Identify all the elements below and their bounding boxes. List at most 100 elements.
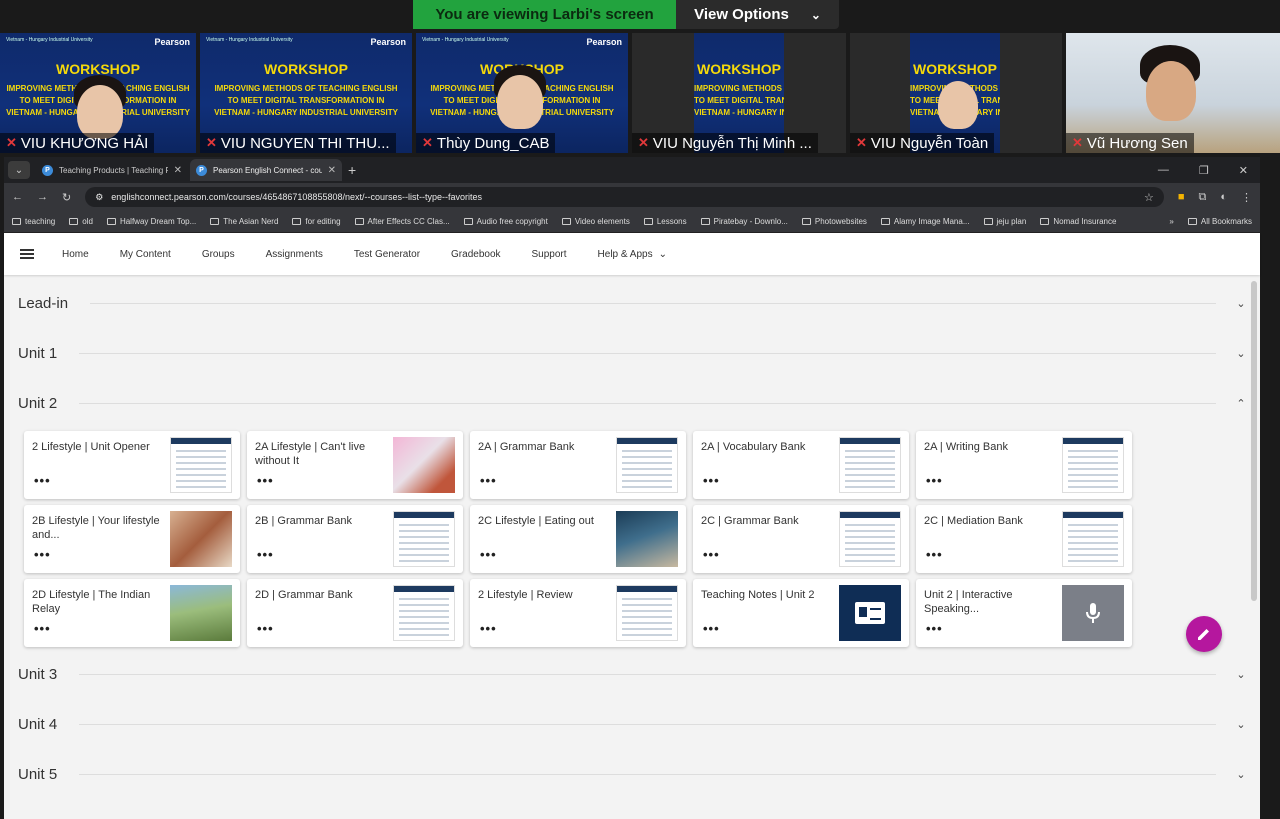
close-tab-icon[interactable]: ✕	[328, 165, 336, 176]
resource-card[interactable]: 2 Lifestyle | Unit Opener •••	[24, 431, 240, 499]
bookmark-item[interactable]: teaching	[12, 217, 55, 226]
nav-item-groups[interactable]: Groups	[202, 249, 235, 260]
resource-card[interactable]: Unit 2 | Interactive Speaking... •••	[916, 579, 1132, 647]
section-unit-2[interactable]: Unit 2 ⌃	[18, 389, 1248, 417]
section-unit-5[interactable]: Unit 5 ⌄	[18, 760, 1248, 788]
more-options-icon[interactable]: •••	[257, 547, 274, 562]
more-options-icon[interactable]: •••	[703, 547, 720, 562]
bookmark-item[interactable]: Nomad Insurance	[1040, 217, 1116, 226]
resource-card[interactable]: 2C | Grammar Bank •••	[693, 505, 909, 573]
scrollbar[interactable]	[1250, 281, 1258, 819]
more-options-icon[interactable]: •••	[926, 473, 943, 488]
more-bookmarks-icon[interactable]: »	[1169, 217, 1173, 226]
resource-card[interactable]: 2A | Writing Bank •••	[916, 431, 1132, 499]
resource-card[interactable]: 2 Lifestyle | Review •••	[470, 579, 686, 647]
resource-card[interactable]: 2D | Grammar Bank •••	[247, 579, 463, 647]
extension-icon[interactable]: ■	[1178, 191, 1185, 204]
chevron-down-icon: ⌄	[1236, 768, 1246, 781]
more-options-icon[interactable]: •••	[926, 547, 943, 562]
section-unit-4[interactable]: Unit 4 ⌄	[18, 710, 1248, 738]
bookmark-star-icon[interactable]: ☆	[1144, 191, 1154, 204]
more-options-icon[interactable]: •••	[34, 621, 51, 636]
participant-tile[interactable]: Vietnam - Hungary Industrial University …	[416, 33, 628, 153]
bookmark-item[interactable]: Video elements	[561, 217, 630, 226]
more-options-icon[interactable]: •••	[480, 621, 497, 636]
puzzle-icon[interactable]: ⧉	[1198, 191, 1206, 204]
restore-icon[interactable]: ❐	[1199, 164, 1209, 177]
card-title: 2C Lifestyle | Eating out	[478, 515, 594, 527]
nav-item-assignments[interactable]: Assignments	[266, 249, 323, 260]
bookmark-item[interactable]: After Effects CC Clas...	[354, 217, 450, 226]
reload-icon[interactable]: ↻	[62, 191, 71, 204]
hamburger-menu-icon[interactable]	[20, 249, 34, 259]
section-unit-3[interactable]: Unit 3 ⌄	[18, 660, 1248, 688]
close-tab-icon[interactable]: ✕	[174, 165, 182, 176]
folder-icon	[106, 218, 116, 225]
bookmark-item[interactable]: Audio free copyright	[463, 217, 548, 226]
participant-tile[interactable]: WORKSHOP IMPROVING METHODS OF TEACHING E…	[850, 33, 1062, 153]
more-options-icon[interactable]: •••	[703, 473, 720, 488]
menu-kebab-icon[interactable]: ⋮	[1241, 191, 1252, 204]
nav-item-help-apps[interactable]: Help & Apps ⌄	[598, 249, 667, 260]
bookmark-item[interactable]: old	[69, 217, 93, 226]
new-tab-icon[interactable]: +	[348, 162, 356, 178]
minimize-icon[interactable]: —	[1158, 164, 1169, 177]
bookmark-item[interactable]: Halfway Dream Top...	[106, 217, 196, 226]
site-info-icon[interactable]: ⚙	[95, 192, 103, 203]
more-options-icon[interactable]: •••	[926, 621, 943, 636]
address-bar[interactable]: ⚙ englishconnect.pearson.com/courses/465…	[85, 187, 1164, 207]
resource-card[interactable]: 2B | Grammar Bank •••	[247, 505, 463, 573]
section-divider	[79, 352, 1216, 354]
profile-icon[interactable]: ◐	[1220, 191, 1227, 204]
resource-card[interactable]: 2C | Mediation Bank •••	[916, 505, 1132, 573]
bookmark-item[interactable]: Photowebsites	[801, 217, 867, 226]
bookmark-item[interactable]: jeju plan	[983, 217, 1026, 226]
browser-tab[interactable]: P Teaching Products | Teaching P ✕	[36, 159, 188, 181]
resource-card[interactable]: 2D Lifestyle | The Indian Relay •••	[24, 579, 240, 647]
bookmark-item[interactable]: for editing	[292, 217, 341, 226]
section-divider	[79, 673, 1216, 675]
section-unit-1[interactable]: Unit 1 ⌄	[18, 339, 1248, 367]
nav-item-my-content[interactable]: My Content	[120, 249, 171, 260]
more-options-icon[interactable]: •••	[257, 621, 274, 636]
resource-card[interactable]: 2A | Grammar Bank •••	[470, 431, 686, 499]
more-options-icon[interactable]: •••	[480, 547, 497, 562]
back-icon[interactable]: ←	[12, 191, 23, 203]
card-title: 2 Lifestyle | Unit Opener	[32, 441, 150, 453]
resource-card[interactable]: 2A Lifestyle | Can't live without It •••	[247, 431, 463, 499]
bookmark-item[interactable]: Piratebay - Downlo...	[700, 217, 788, 226]
resource-card[interactable]: 2C Lifestyle | Eating out •••	[470, 505, 686, 573]
resource-card[interactable]: 2B Lifestyle | Your lifestyle and... •••	[24, 505, 240, 573]
view-options-button[interactable]: View Options ⌄	[676, 0, 839, 29]
more-options-icon[interactable]: •••	[480, 473, 497, 488]
bookmark-item[interactable]: The Asian Nerd	[210, 217, 278, 226]
slide-title: WORKSHOP	[697, 61, 781, 77]
document-thumbnail	[393, 585, 455, 641]
close-window-icon[interactable]: ✕	[1239, 164, 1248, 177]
section-lead-in[interactable]: Lead-in ⌄	[18, 289, 1248, 317]
bookmark-item[interactable]: Alamy Image Mana...	[880, 217, 970, 226]
participant-tile[interactable]: ✕ Vũ Hương Sen	[1066, 33, 1280, 153]
scrollbar-thumb[interactable]	[1251, 281, 1257, 601]
more-options-icon[interactable]: •••	[34, 547, 51, 562]
nav-item-gradebook[interactable]: Gradebook	[451, 249, 500, 260]
resource-card[interactable]: 2A | Vocabulary Bank •••	[693, 431, 909, 499]
more-options-icon[interactable]: •••	[34, 473, 51, 488]
participant-tile[interactable]: Vietnam - Hungary Industrial University …	[0, 33, 196, 153]
nav-item-test-generator[interactable]: Test Generator	[354, 249, 420, 260]
resource-card[interactable]: Teaching Notes | Unit 2 •••	[693, 579, 909, 647]
browser-tab-active[interactable]: P Pearson English Connect - cou ✕	[190, 159, 342, 181]
nav-item-home[interactable]: Home	[62, 249, 89, 260]
participant-tile[interactable]: Vietnam - Hungary Industrial University …	[200, 33, 412, 153]
nav-item-support[interactable]: Support	[532, 249, 567, 260]
teaching-notes-thumbnail	[839, 585, 901, 641]
forward-icon[interactable]: →	[37, 191, 48, 203]
more-options-icon[interactable]: •••	[703, 621, 720, 636]
edit-fab-button[interactable]	[1186, 616, 1222, 652]
all-bookmarks-folder[interactable]: All Bookmarks	[1187, 217, 1252, 226]
more-options-icon[interactable]: •••	[257, 473, 274, 488]
participant-tile[interactable]: WORKSHOP IMPROVING METHODS OF TEACHING E…	[632, 33, 846, 153]
bookmark-item[interactable]: Lessons	[643, 217, 687, 226]
tab-search-icon[interactable]: ⌄	[8, 161, 30, 179]
folder-icon	[700, 218, 710, 225]
